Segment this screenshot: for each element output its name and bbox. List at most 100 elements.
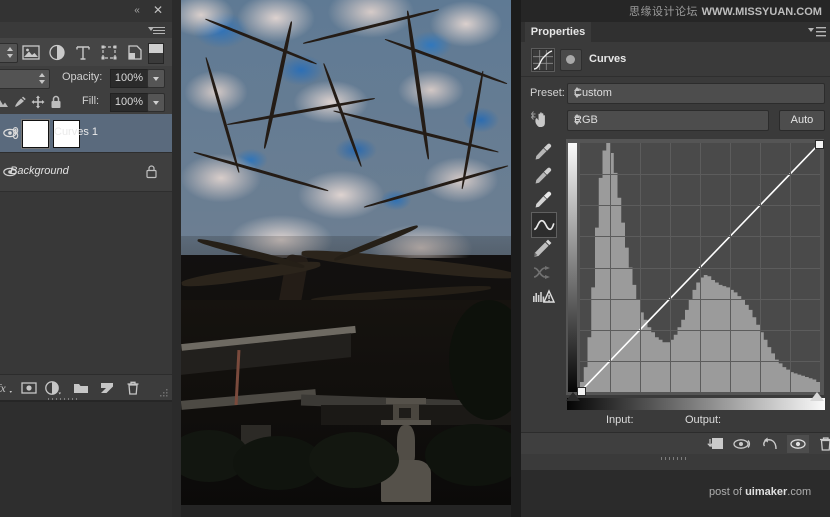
layers-panel: « ✕ Opacity: 100% Fill: 100% Curves 1 Ba… — [0, 0, 172, 401]
layer-name: Background — [10, 165, 69, 177]
filter-image-icon[interactable] — [22, 44, 40, 61]
tab-properties-label: Properties — [530, 26, 586, 38]
output-label: Output: — [685, 414, 722, 426]
curve-tools-column — [531, 140, 557, 310]
updown-stepper-icon — [574, 114, 581, 126]
corner-resize-handle[interactable] — [160, 389, 169, 398]
eye-preview-icon[interactable] — [732, 435, 754, 453]
lock-transparent-pixels-icon[interactable] — [0, 94, 10, 110]
half-circle-icon[interactable] — [44, 379, 62, 397]
curves-icon — [531, 48, 555, 72]
credit-text: post of uimaker.com — [709, 486, 811, 498]
double-chevron-left-icon[interactable]: « — [130, 5, 144, 17]
eyedropper-white-icon[interactable] — [531, 188, 555, 212]
channel-select[interactable]: RGB — [567, 110, 769, 131]
watermark-chinese: 思缘设计论坛 — [629, 5, 698, 18]
grid-line-horizontal — [580, 268, 820, 269]
watermark-text: 思缘设计论坛 WWW.MISSYUAN.COM — [629, 3, 822, 19]
filter-kind-select[interactable] — [0, 43, 18, 63]
curve-grid[interactable] — [580, 143, 820, 392]
reset-arrow-icon[interactable] — [760, 435, 782, 453]
clip-to-layer-icon[interactable] — [704, 435, 726, 453]
fx-icon[interactable]: fx — [0, 379, 14, 397]
grid-line-vertical — [790, 143, 791, 392]
channel-row: RGB Auto — [521, 108, 830, 134]
filter-smartobject-icon[interactable] — [126, 44, 144, 61]
workspace-gutter — [172, 0, 181, 517]
lock-position-icon[interactable] — [30, 94, 46, 110]
pencil-icon[interactable] — [531, 236, 555, 260]
new-layer-icon[interactable] — [98, 379, 116, 397]
layer-mask-thumb-icon[interactable] — [560, 49, 582, 71]
hedge — [309, 432, 399, 488]
blend-mode-select[interactable] — [0, 69, 50, 89]
credit-suffix: .com — [787, 486, 812, 498]
trash-icon[interactable] — [124, 379, 142, 397]
opacity-input[interactable]: 100% — [110, 69, 148, 88]
layer-thumbnail[interactable] — [22, 120, 49, 148]
blend-opacity-row: Opacity: 100% — [0, 66, 172, 90]
updown-stepper-icon — [7, 47, 14, 59]
document-image[interactable] — [181, 0, 511, 505]
panel-menu-icon[interactable] — [148, 25, 166, 36]
black-point-slider[interactable] — [566, 392, 580, 401]
fill-dropdown-button[interactable] — [147, 93, 165, 112]
eyedropper-black-icon[interactable] — [531, 140, 555, 164]
svg-text:fx: fx — [0, 381, 6, 395]
layers-panel-titlebar: « ✕ — [0, 0, 172, 22]
grid-line-vertical — [760, 143, 761, 392]
curve-point-white[interactable] — [815, 140, 824, 149]
preset-row: Preset: Custom — [521, 80, 830, 106]
close-icon[interactable]: ✕ — [152, 4, 164, 17]
trash-icon[interactable] — [815, 435, 830, 453]
tab-properties[interactable]: Properties — [525, 22, 591, 42]
filter-shape-icon[interactable] — [100, 44, 118, 61]
lock-all-icon[interactable] — [48, 94, 64, 110]
preset-select[interactable]: Custom — [567, 83, 825, 104]
input-label: Input: — [606, 414, 634, 426]
folder-icon[interactable] — [72, 379, 90, 397]
eyedropper-gray-icon[interactable] — [531, 164, 555, 188]
input-gradient-strip — [566, 397, 826, 411]
adjustment-title: Curves — [589, 53, 627, 65]
fill-input[interactable]: 100% — [110, 93, 148, 112]
opacity-dropdown-button[interactable] — [147, 69, 165, 88]
lock-image-pixels-icon[interactable] — [12, 94, 28, 110]
adjustment-header: Curves — [521, 42, 830, 77]
auto-button-label: Auto — [790, 114, 814, 126]
fill-label: Fill: — [82, 95, 100, 107]
layer-name: Curves 1 — [54, 126, 99, 138]
eye-icon[interactable] — [787, 435, 809, 453]
clipping-warning-icon[interactable] — [531, 284, 555, 308]
grid-line-horizontal — [580, 330, 820, 331]
canvas-lower-edge — [181, 505, 511, 517]
link-icon[interactable] — [11, 126, 20, 140]
filter-type-icon[interactable] — [74, 44, 92, 61]
credit-prefix: post of — [709, 486, 746, 498]
opacity-label: Opacity: — [62, 71, 103, 83]
filter-enable-toggle[interactable] — [148, 43, 164, 64]
smooth-curve-icon[interactable] — [531, 260, 555, 284]
white-point-slider[interactable] — [810, 392, 824, 401]
panel-resize-grip[interactable] — [660, 456, 690, 461]
updown-stepper-icon — [574, 87, 581, 99]
lock-icon — [145, 164, 158, 179]
panel-menu-icon[interactable] — [808, 26, 826, 38]
lantern-window — [399, 408, 411, 418]
curves-graph[interactable] — [566, 139, 824, 396]
credit-brand: uimaker — [745, 486, 788, 498]
layer-mask-icon[interactable] — [20, 379, 38, 397]
lock-fill-row: Fill: 100% — [0, 90, 172, 115]
layer-row-background[interactable]: Background — [0, 153, 172, 192]
auto-button[interactable]: Auto — [779, 110, 825, 131]
document-canvas[interactable] — [181, 0, 511, 517]
curve-points-icon[interactable] — [531, 212, 557, 238]
grid-line-vertical — [730, 143, 731, 392]
watermark-english: WWW.MISSYUAN.COM — [701, 6, 822, 18]
layer-row-curves-1[interactable]: Curves 1 — [0, 114, 172, 153]
preset-label: Preset: — [530, 87, 565, 99]
target-adjustment-hand-icon[interactable] — [531, 110, 553, 130]
input-output-row: Input: Output: — [521, 410, 830, 432]
output-gradient-strip — [568, 143, 577, 392]
filter-adjustment-icon[interactable] — [48, 44, 66, 61]
